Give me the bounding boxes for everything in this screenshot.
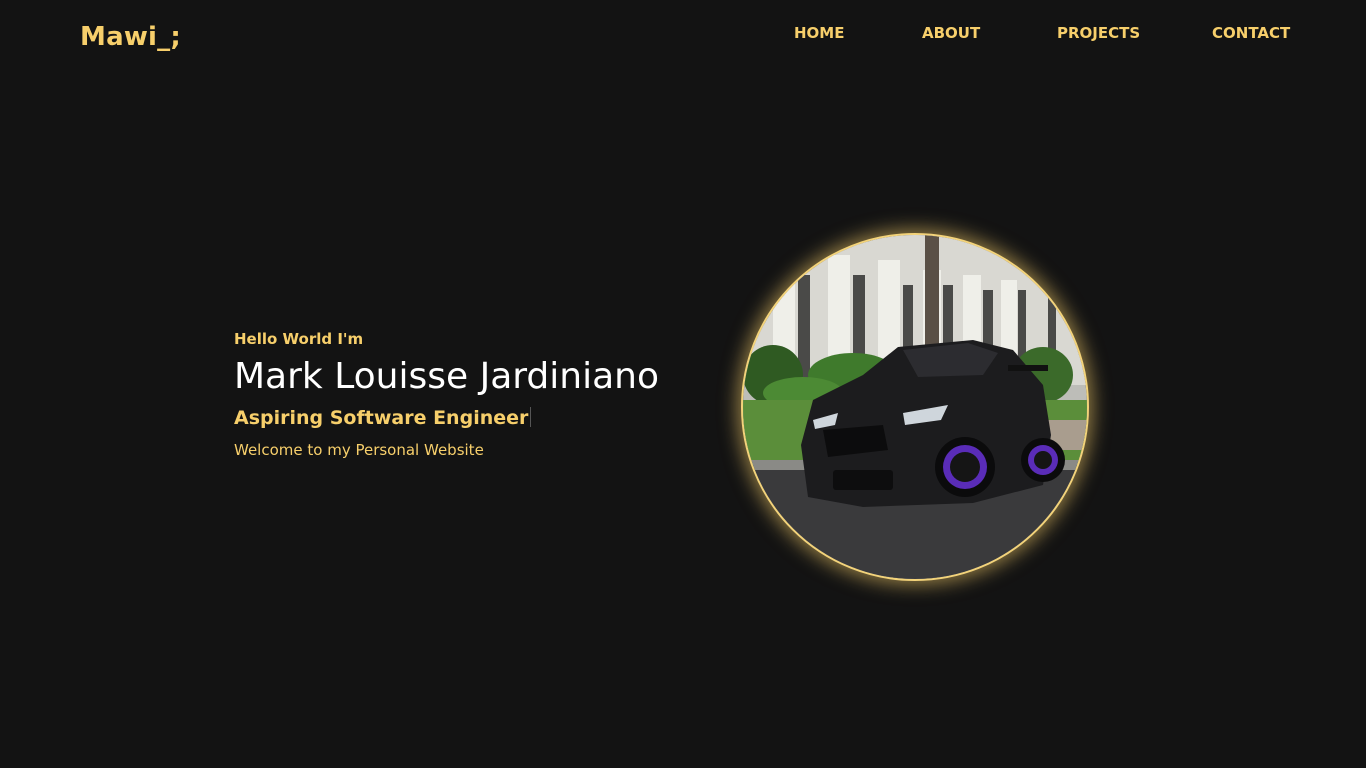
profile-photo-car-image (743, 235, 1087, 579)
nav-home-link[interactable]: HOME (794, 24, 844, 42)
nav-contact-link[interactable]: CONTACT (1212, 24, 1290, 42)
hero-welcome: Welcome to my Personal Website (234, 441, 484, 460)
main-nav: HOME ABOUT PROJECTS CONTACT (0, 24, 1366, 44)
hero-name: Mark Louisse Jardiniano (234, 356, 660, 397)
hero-role: Aspiring Software Engineer (234, 407, 529, 430)
profile-photo (741, 233, 1089, 581)
hero-role-line: Aspiring Software Engineer (234, 407, 714, 433)
typing-cursor (530, 407, 532, 428)
nav-about-link[interactable]: ABOUT (922, 24, 980, 42)
hero-greeting: Hello World I'm (234, 330, 364, 348)
nav-projects-link[interactable]: PROJECTS (1057, 24, 1140, 42)
page: Mawi_; HOME ABOUT PROJECTS CONTACT Hello… (0, 0, 1366, 768)
hero-intro: Hello World I'm Mark Louisse Jardiniano … (234, 330, 714, 459)
